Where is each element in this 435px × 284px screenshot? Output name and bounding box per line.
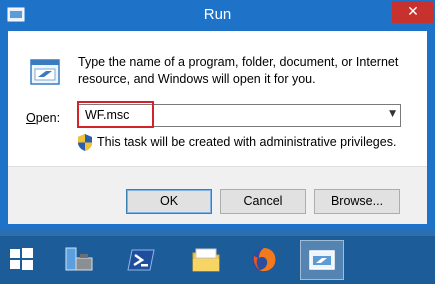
red-highlight-box [77,101,154,128]
taskbar-firefox[interactable] [242,240,286,280]
open-label-rest: pen: [35,111,61,125]
run-description: Type the name of a program, folder, docu… [78,55,399,86]
server-manager-icon [65,247,93,271]
firefox-icon [252,248,276,272]
start-button[interactable] [0,240,44,280]
taskbar-server-manager[interactable] [56,240,100,280]
powershell-icon [127,249,155,271]
ok-button[interactable]: OK [126,189,212,214]
taskbar-run[interactable] [300,240,344,280]
admin-privileges-note: This task will be created with administr… [97,135,397,149]
taskbar-file-explorer[interactable] [184,240,228,280]
uac-shield-icon [78,134,92,151]
run-icon [309,250,335,270]
start-icon [10,248,33,270]
window-title: Run [203,6,232,23]
file-explorer-icon [192,248,220,272]
run-window: Run ✕ Type the name of a program, folder… [0,0,435,230]
run-dialog-icon [29,56,61,88]
taskbar [0,236,435,284]
dialog-body: Type the name of a program, folder, docu… [8,31,427,224]
cancel-button[interactable]: Cancel [220,189,306,214]
close-button[interactable]: ✕ [392,1,434,23]
taskbar-powershell[interactable] [120,240,164,280]
open-label: Open: [26,111,60,125]
chevron-down-icon[interactable]: ▼ [389,109,396,119]
title-bar[interactable]: Run ✕ [0,0,435,30]
open-label-accesskey: O [26,111,36,125]
browse-button[interactable]: Browse... [314,189,400,214]
